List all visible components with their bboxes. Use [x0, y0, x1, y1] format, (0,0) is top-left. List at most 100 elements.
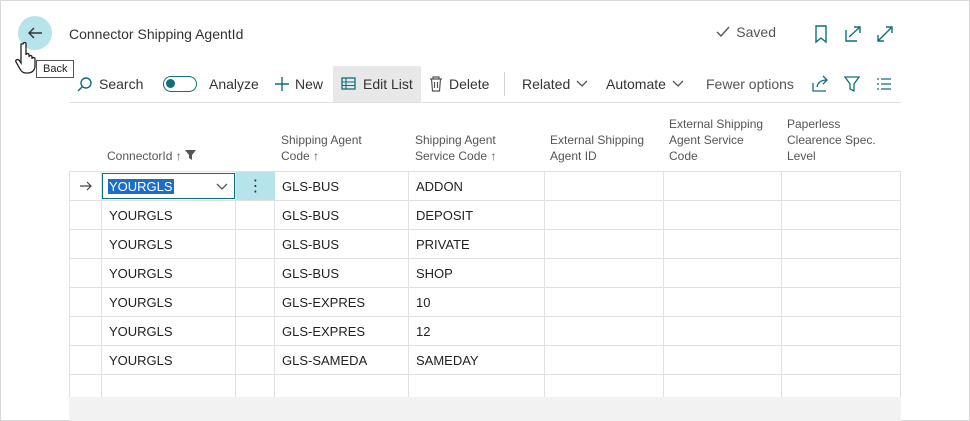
- share-icon[interactable]: [811, 75, 829, 93]
- table-row[interactable]: YOURGLS GLS-EXPRES 10: [69, 288, 901, 317]
- row-indicator: [69, 201, 102, 229]
- data-grid: YOURGLS ⋮ GLS-BUS ADDON YOURGLS GLS-BUS DE…: [69, 171, 901, 404]
- column-label: Paperless: [787, 117, 841, 131]
- table-row[interactable]: YOURGLS GLS-BUS SHOP: [69, 259, 901, 288]
- related-menu[interactable]: Related: [522, 66, 588, 102]
- analyze-toggle[interactable]: Analyze: [163, 66, 259, 102]
- cell-paperless[interactable]: [782, 288, 901, 316]
- cell-connector-id[interactable]: YOURGLS: [102, 259, 236, 287]
- chevron-down-icon[interactable]: [216, 183, 228, 191]
- table-row[interactable]: YOURGLS GLS-SAMEDA SAMEDAY: [69, 346, 901, 375]
- cell-actions[interactable]: [236, 259, 275, 287]
- column-label: Code: [281, 149, 310, 163]
- row-actions-button[interactable]: ⋮: [236, 172, 275, 200]
- cell-actions[interactable]: [236, 288, 275, 316]
- open-new-window-icon[interactable]: [843, 24, 863, 44]
- column-label: External Shipping: [669, 117, 764, 131]
- cell-connector-id[interactable]: YOURGLS: [102, 317, 236, 345]
- cell-actions[interactable]: [236, 346, 275, 374]
- saved-status: Saved: [716, 24, 776, 40]
- cell-ext-service-code[interactable]: [664, 172, 782, 200]
- column-label: Clearence Spec.: [787, 133, 876, 147]
- cell-actions[interactable]: [236, 201, 275, 229]
- column-header-ext-agent-id[interactable]: External Shipping Agent ID: [550, 132, 644, 164]
- filter-icon: [185, 150, 197, 160]
- cell-agent-code[interactable]: GLS-BUS: [275, 201, 409, 229]
- column-label: Code: [669, 149, 698, 163]
- cell-ext-service-code[interactable]: [664, 201, 782, 229]
- cell-ext-agent-id[interactable]: [545, 172, 664, 200]
- cell-agent-code[interactable]: GLS-BUS: [275, 230, 409, 258]
- cell-connector-id[interactable]: YOURGLS: [102, 346, 236, 374]
- cell-connector-id[interactable]: YOURGLS: [102, 288, 236, 316]
- table-row[interactable]: YOURGLS GLS-BUS PRIVATE: [69, 230, 901, 259]
- cell-ext-agent-id[interactable]: [545, 288, 664, 316]
- cell-service-code[interactable]: DEPOSIT: [409, 201, 545, 229]
- edit-list-button[interactable]: Edit List: [333, 66, 421, 102]
- cell-connector-id[interactable]: YOURGLS: [102, 201, 236, 229]
- cell-agent-code[interactable]: GLS-BUS: [275, 259, 409, 287]
- cell-ext-agent-id[interactable]: [545, 317, 664, 345]
- bookmark-icon[interactable]: [811, 24, 831, 44]
- cell-ext-service-code[interactable]: [664, 230, 782, 258]
- cell-agent-code[interactable]: GLS-SAMEDA: [275, 346, 409, 374]
- cell-connector-id[interactable]: YOURGLS: [102, 230, 236, 258]
- column-label: Agent Service: [669, 133, 744, 147]
- cell-agent-code[interactable]: GLS-EXPRES: [275, 317, 409, 345]
- action-bar: Search Analyze New Edit List Delete Rela…: [69, 66, 901, 103]
- cell-paperless[interactable]: [782, 259, 901, 287]
- table-row[interactable]: YOURGLS GLS-BUS DEPOSIT: [69, 201, 901, 230]
- column-header-paperless[interactable]: Paperless Clearence Spec. Level: [787, 116, 876, 164]
- filter-icon[interactable]: [844, 75, 860, 93]
- column-header-service-code[interactable]: Shipping Agent Service Code ↑: [415, 132, 496, 164]
- cell-paperless[interactable]: [782, 346, 901, 374]
- cell-ext-service-code[interactable]: [664, 317, 782, 345]
- cell-paperless[interactable]: [782, 317, 901, 345]
- cell-ext-agent-id[interactable]: [545, 201, 664, 229]
- cell-service-code[interactable]: PRIVATE: [409, 230, 545, 258]
- fewer-options-button[interactable]: Fewer options: [706, 66, 794, 102]
- cell-actions[interactable]: [236, 230, 275, 258]
- column-header-agent-code[interactable]: Shipping Agent Code ↑: [281, 132, 362, 164]
- cell-service-code[interactable]: 10: [409, 288, 545, 316]
- cell-ext-service-code[interactable]: [664, 259, 782, 287]
- cell-actions[interactable]: [236, 317, 275, 345]
- cell-paperless[interactable]: [782, 172, 901, 200]
- new-button[interactable]: New: [275, 66, 323, 102]
- connector-id-input[interactable]: YOURGLS: [102, 173, 235, 199]
- cell-agent-code[interactable]: GLS-EXPRES: [275, 288, 409, 316]
- cell-ext-service-code[interactable]: [664, 288, 782, 316]
- cell-service-code[interactable]: 12: [409, 317, 545, 345]
- expand-icon[interactable]: [875, 24, 895, 44]
- column-label: Service Code: [415, 149, 488, 163]
- page-title: Connector Shipping AgentId: [69, 26, 244, 42]
- cell-service-code[interactable]: SHOP: [409, 259, 545, 287]
- column-header-connector-id[interactable]: ConnectorId ↑: [107, 148, 197, 164]
- fewer-options-label: Fewer options: [706, 76, 794, 92]
- sort-ascending-icon: ↑: [175, 149, 182, 163]
- cell-service-code[interactable]: SAMEDAY: [409, 346, 545, 374]
- cell-paperless[interactable]: [782, 201, 901, 229]
- chevron-down-icon: [576, 80, 588, 87]
- cell-ext-agent-id[interactable]: [545, 230, 664, 258]
- row-indicator: [69, 259, 102, 287]
- chevron-down-icon: [672, 80, 684, 87]
- cell-ext-agent-id[interactable]: [545, 259, 664, 287]
- cell-ext-service-code[interactable]: [664, 346, 782, 374]
- analyze-switch[interactable]: [163, 76, 197, 92]
- column-label: ConnectorId: [107, 149, 173, 163]
- automate-menu[interactable]: Automate: [606, 66, 684, 102]
- cell-agent-code[interactable]: GLS-BUS: [275, 172, 409, 200]
- table-row[interactable]: YOURGLS GLS-EXPRES 12: [69, 317, 901, 346]
- column-label: Level: [787, 149, 816, 163]
- cell-service-code[interactable]: ADDON: [409, 172, 545, 200]
- column-header-ext-service-code[interactable]: External Shipping Agent Service Code: [669, 116, 763, 164]
- check-icon: [716, 26, 730, 38]
- search-button[interactable]: Search: [77, 66, 143, 102]
- list-view-icon[interactable]: [876, 76, 892, 92]
- search-icon: [77, 77, 92, 92]
- table-row[interactable]: YOURGLS ⋮ GLS-BUS ADDON: [69, 171, 901, 201]
- cell-paperless[interactable]: [782, 230, 901, 258]
- delete-button[interactable]: Delete: [429, 66, 489, 102]
- cell-ext-agent-id[interactable]: [545, 346, 664, 374]
